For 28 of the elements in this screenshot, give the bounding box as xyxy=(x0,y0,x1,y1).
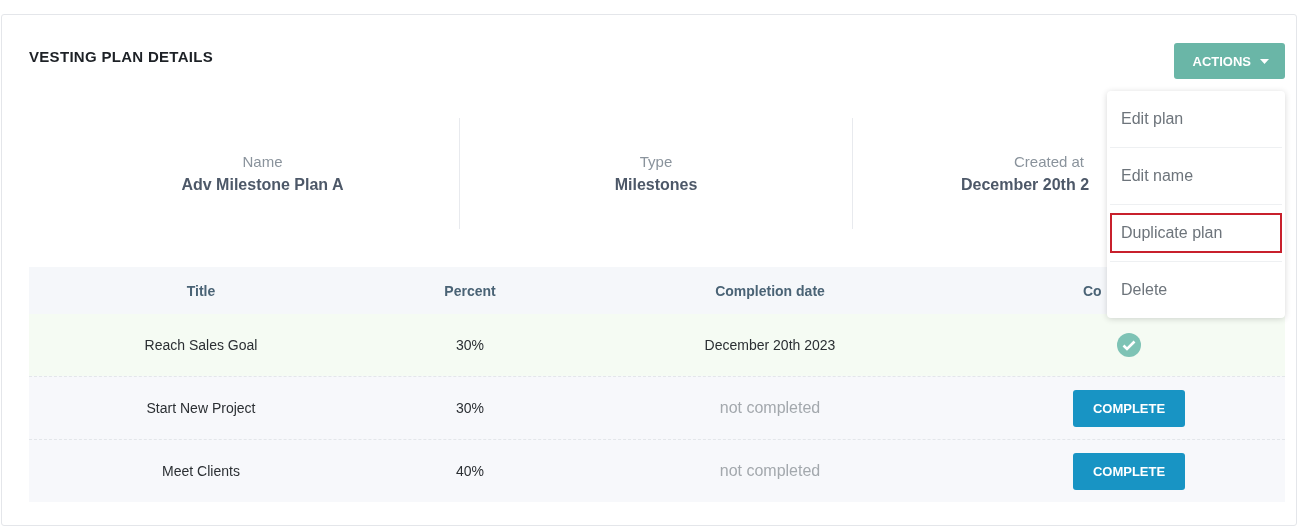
menu-item[interactable]: Edit plan xyxy=(1110,99,1282,139)
menu-item[interactable]: Duplicate plan xyxy=(1110,213,1282,253)
table-cell: Start New Project xyxy=(146,400,256,416)
menu-item[interactable]: Edit name xyxy=(1110,156,1282,196)
complete-button[interactable]: COMPLETE xyxy=(1073,389,1185,427)
table-cell: 40% xyxy=(456,463,484,479)
detail-value: December 20th 2 xyxy=(960,176,1090,194)
table-cell: not completed xyxy=(719,462,821,480)
detail-label: Type xyxy=(639,153,673,170)
table-cell: Reach Sales Goal xyxy=(144,337,258,353)
menu-item[interactable]: Delete xyxy=(1110,270,1282,310)
table-cell: Meet Clients xyxy=(162,463,240,479)
table-cell: 30% xyxy=(456,337,484,353)
table-cell: not completed xyxy=(719,399,821,417)
column-header: Co xyxy=(1083,282,1102,299)
check-icon xyxy=(1117,333,1141,357)
detail-label: Name xyxy=(242,153,283,170)
column-header: Title xyxy=(186,282,216,299)
column-header: Percent xyxy=(444,282,496,299)
detail-value: Adv Milestone Plan A xyxy=(181,176,344,194)
section-title: VESTING PLAN DETAILS xyxy=(29,48,214,65)
table-cell: 30% xyxy=(456,400,484,416)
complete-button[interactable]: COMPLETE xyxy=(1073,452,1185,490)
column-header: Completion date xyxy=(715,282,825,299)
detail-value: Milestones xyxy=(614,176,698,194)
detail-label: Created at xyxy=(1013,153,1084,170)
table-cell: December 20th 2023 xyxy=(704,337,836,353)
caret-icon xyxy=(1260,58,1269,64)
